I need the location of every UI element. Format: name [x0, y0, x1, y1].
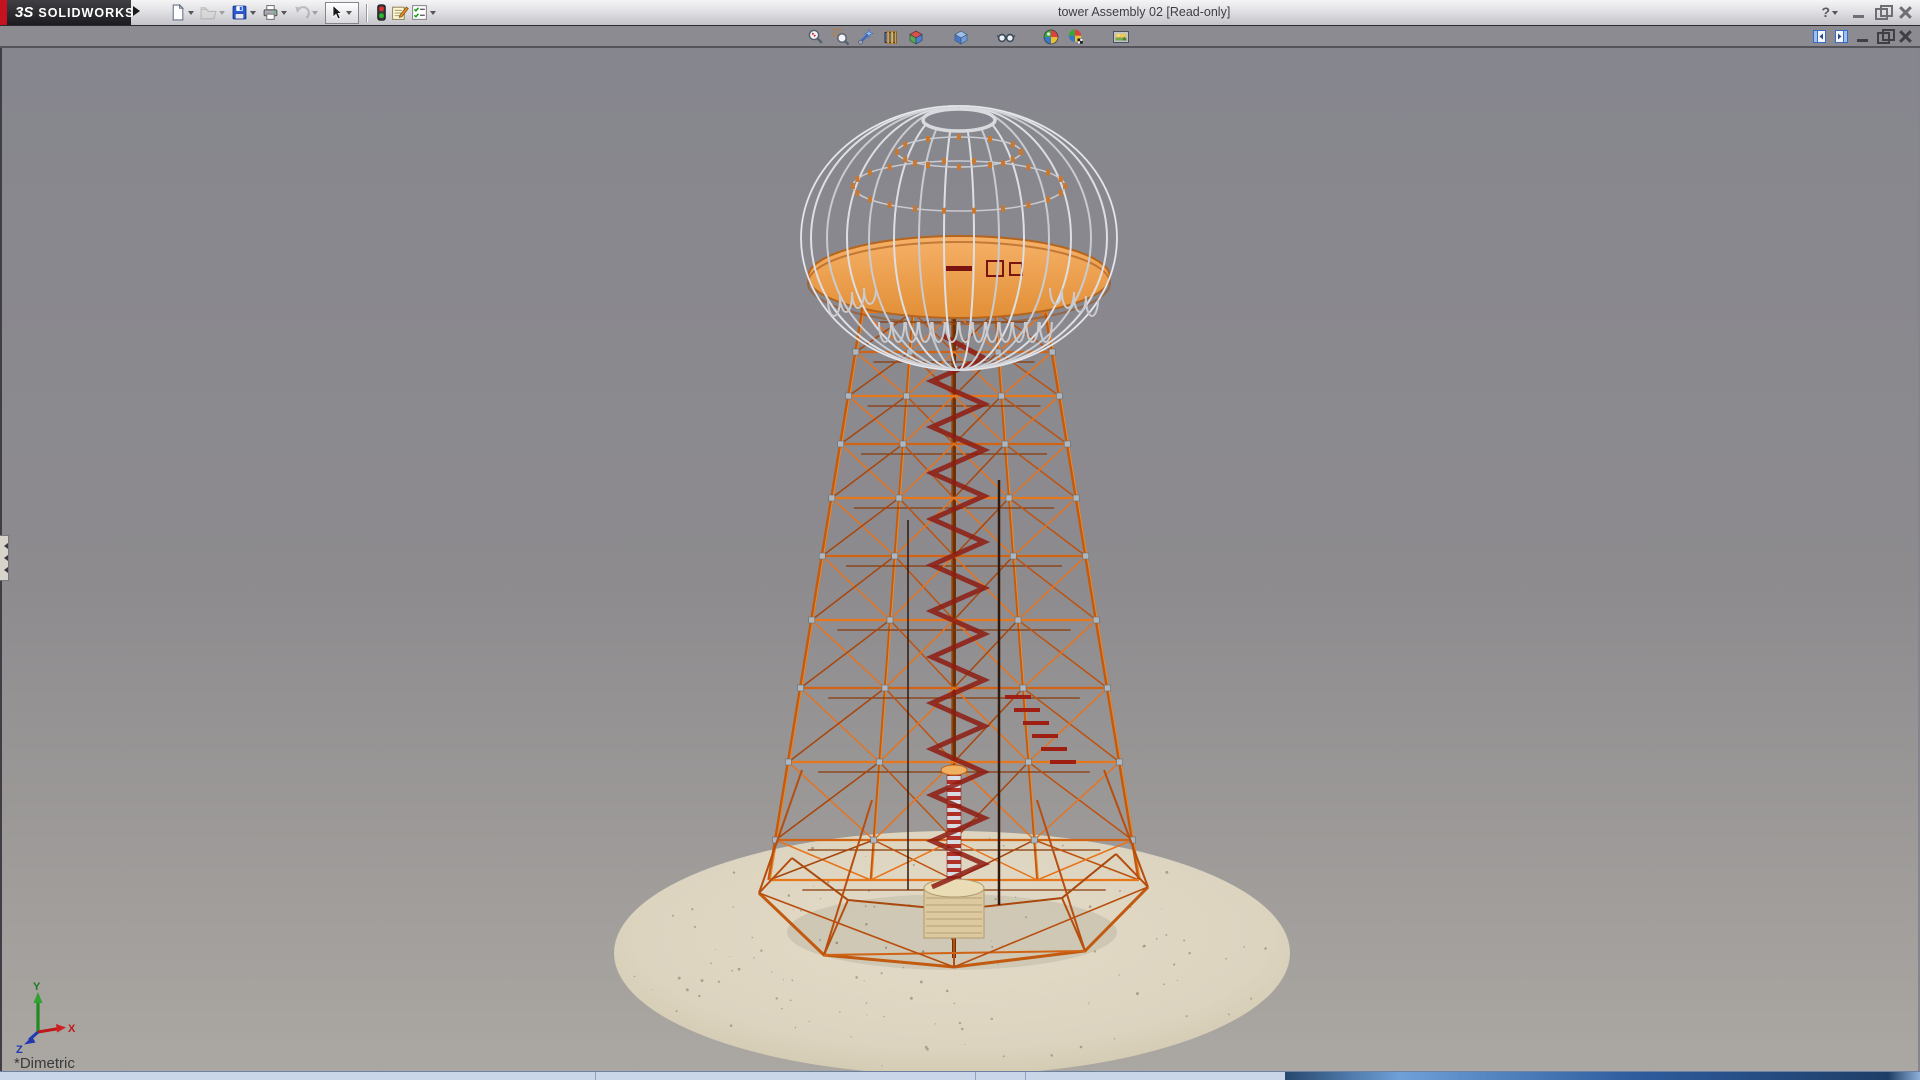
zoom-to-fit-button[interactable] [806, 27, 826, 46]
status-bar [0, 1071, 1920, 1080]
select-cursor-icon[interactable] [328, 4, 344, 21]
section-view-button[interactable] [881, 27, 901, 46]
print-button[interactable] [261, 2, 292, 24]
hide-show-items-button[interactable] [996, 27, 1016, 46]
collapse-arrow-icon [1, 567, 8, 573]
save-icon [231, 4, 248, 21]
status-accent-segment [1285, 1072, 1920, 1080]
print-icon [262, 4, 279, 21]
minimize-button[interactable] [1853, 15, 1864, 18]
view-orientation-button[interactable] [906, 27, 926, 46]
file-properties-icon [391, 4, 409, 21]
menu-expand-arrow[interactable] [133, 6, 145, 16]
apply-scene-icon [1067, 28, 1086, 46]
edit-appearance-button[interactable] [1041, 27, 1061, 46]
zoom-to-fit-icon [807, 28, 825, 46]
collapsed-panel-tab[interactable] [0, 535, 9, 581]
save-button[interactable] [230, 2, 261, 24]
dropdown-arrow[interactable] [250, 11, 256, 18]
collapse-arrow-icon [1, 555, 8, 561]
solidworks-logo: 3S SOLIDWORKS [0, 0, 131, 25]
apply-scene-button[interactable] [1066, 27, 1086, 46]
title-bar: 3S SOLIDWORKS [0, 0, 1920, 26]
display-style-icon [952, 28, 970, 46]
options-checklist-icon [411, 4, 428, 21]
status-separator [975, 1072, 976, 1080]
new-document-button[interactable] [168, 2, 199, 24]
view-settings-icon [1112, 28, 1131, 46]
dropdown-arrow[interactable] [219, 11, 225, 18]
file-properties-button[interactable] [390, 2, 410, 24]
logo-mark: 3S [15, 4, 33, 21]
help-icon: ? [1821, 4, 1830, 20]
logo-red-accent [0, 0, 7, 25]
svg-text:X: X [68, 1023, 76, 1035]
main-toolbar [168, 1, 441, 24]
open-folder-icon [200, 4, 217, 21]
open-button[interactable] [199, 2, 230, 24]
doc-restore-button[interactable] [1877, 32, 1890, 44]
headsup-view-toolbar [806, 27, 1131, 46]
undo-button[interactable] [292, 2, 323, 24]
document-window-controls [1813, 27, 1912, 45]
window-controls: ? [1821, 3, 1912, 21]
eyeglasses-icon [996, 28, 1016, 46]
undo-icon [293, 4, 310, 21]
close-button[interactable] [1899, 6, 1912, 19]
collapse-arrow-icon [1, 543, 8, 549]
view-orientation-icon [907, 28, 925, 46]
dropdown-arrow[interactable] [281, 11, 287, 18]
appearance-ball-icon [1042, 28, 1060, 46]
view-settings-button[interactable] [1111, 27, 1131, 46]
split-pane-left-icon[interactable] [1813, 30, 1826, 43]
dropdown-arrow[interactable] [188, 11, 194, 18]
options-button[interactable] [410, 2, 441, 24]
dropdown-arrow[interactable] [312, 11, 318, 18]
graphics-area[interactable]: Y X Z *Dimetric [0, 48, 1918, 1072]
zoom-to-area-icon [832, 28, 850, 46]
status-separator [1025, 1072, 1026, 1080]
logo-name: SOLIDWORKS [38, 6, 134, 20]
help-button[interactable]: ? [1821, 4, 1842, 20]
toolbar-separator [366, 4, 368, 22]
view-orientation-label: *Dimetric [14, 1055, 75, 1072]
headsup-row [0, 26, 1920, 48]
model-scene: Y X Z [2, 48, 1920, 1072]
previous-view-button[interactable] [856, 27, 876, 46]
display-style-button[interactable] [951, 27, 971, 46]
dropdown-arrow[interactable] [1832, 11, 1838, 18]
rebuild-button[interactable] [373, 2, 390, 24]
rebuild-traffic-light-icon [374, 4, 389, 21]
doc-minimize-button[interactable] [1857, 39, 1868, 42]
document-title: tower Assembly 02 [Read-only] [1058, 5, 1230, 19]
status-separator [595, 1072, 596, 1080]
previous-view-icon [857, 28, 875, 46]
split-pane-right-icon[interactable] [1835, 30, 1848, 43]
dropdown-arrow[interactable] [430, 11, 436, 18]
doc-close-button[interactable] [1899, 30, 1912, 43]
new-document-icon [169, 4, 186, 21]
svg-text:Y: Y [33, 981, 41, 993]
restore-button[interactable] [1875, 8, 1888, 20]
section-view-icon [882, 28, 900, 46]
zoom-to-area-button[interactable] [831, 27, 851, 46]
dropdown-arrow[interactable] [346, 11, 352, 18]
orientation-triad: Y X Z [16, 981, 76, 1056]
select-tool-group [325, 2, 359, 24]
